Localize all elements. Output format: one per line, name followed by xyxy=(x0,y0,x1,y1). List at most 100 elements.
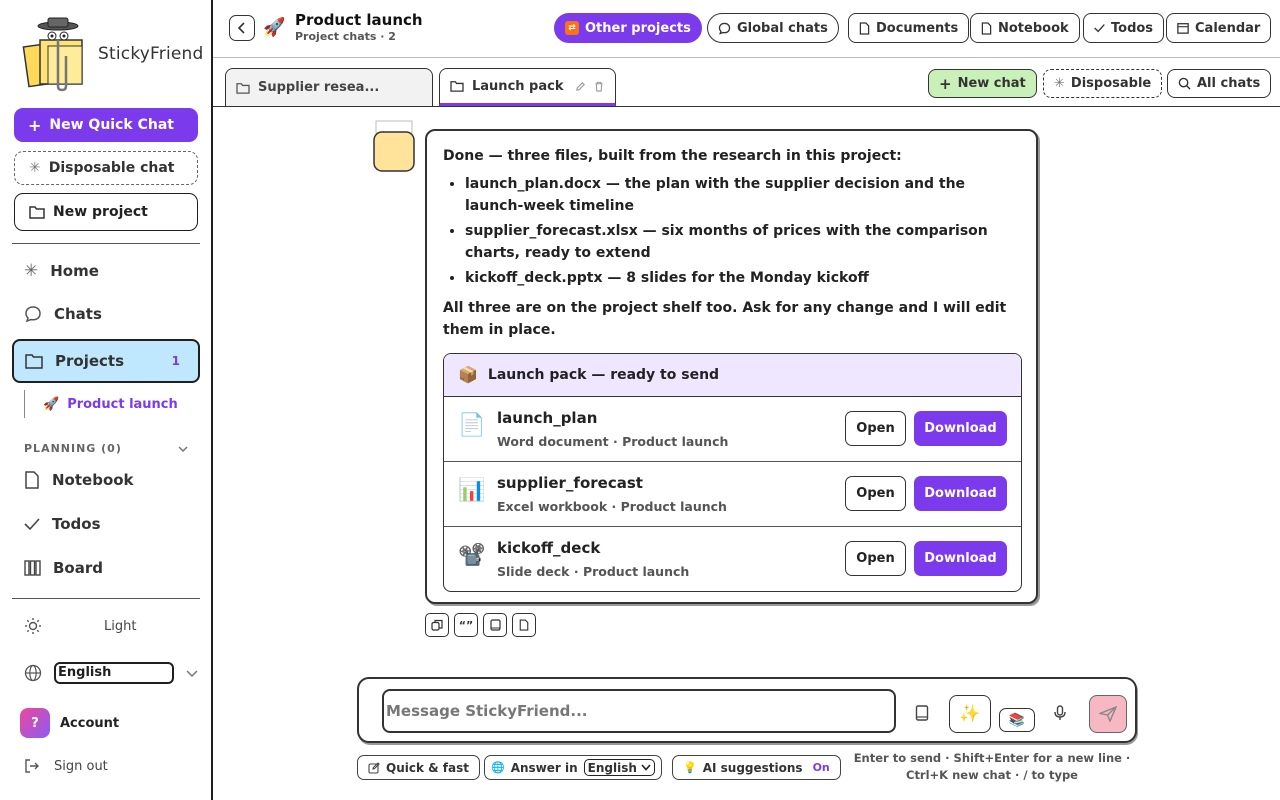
global-chats-button[interactable]: Global chats xyxy=(707,13,839,43)
chevron-down-icon[interactable] xyxy=(186,669,198,677)
search-icon xyxy=(1178,77,1191,90)
notebook-button[interactable]: Notebook xyxy=(970,13,1080,43)
divider xyxy=(12,598,200,599)
ai-suggestions-toggle[interactable]: 💡 AI suggestions On xyxy=(672,755,841,780)
nav-projects-label: Projects xyxy=(55,352,125,370)
disposable-chat-button[interactable]: ✳ Disposable chat xyxy=(14,151,198,185)
folder-icon xyxy=(29,205,45,219)
folder-icon xyxy=(236,82,250,94)
theme-toggle[interactable]: Light xyxy=(24,617,200,635)
books-icon: 📚 xyxy=(1008,712,1026,728)
new-quick-chat-button[interactable]: + New Quick Chat xyxy=(14,108,198,142)
back-button[interactable] xyxy=(229,15,255,41)
lightbulb-icon: 💡 xyxy=(683,761,697,774)
disposable-button[interactable]: ✳ Disposable xyxy=(1043,69,1163,98)
download-button[interactable]: Download xyxy=(914,476,1007,511)
app-root: StickyFriend + New Quick Chat ✳ Disposab… xyxy=(0,0,1280,800)
todos-button[interactable]: Todos xyxy=(1083,13,1165,43)
documents-button[interactable]: Documents xyxy=(848,13,970,43)
assistant-avatar xyxy=(373,120,415,172)
edit-icon[interactable] xyxy=(575,81,586,92)
answer-language-value: English xyxy=(587,760,637,775)
notebook-attach-button[interactable] xyxy=(915,705,929,721)
trash-icon[interactable] xyxy=(594,81,604,92)
chevron-left-icon xyxy=(238,22,246,34)
new-chat-button[interactable]: + New chat xyxy=(928,69,1037,98)
other-projects-label: Other projects xyxy=(585,20,691,36)
open-button[interactable]: Open xyxy=(845,541,906,576)
plus-icon: + xyxy=(939,74,952,93)
file-row-kickoff-deck: 📽️ kickoff_deck Slide deck · Product lau… xyxy=(444,527,1021,591)
nav-home[interactable]: ✳ Home xyxy=(24,261,99,281)
file-icon xyxy=(24,471,40,489)
account-button[interactable]: ? Account xyxy=(20,708,119,738)
nav-projects[interactable]: Projects 1 xyxy=(12,339,200,383)
answer-in-label: Answer in xyxy=(510,760,578,775)
answer-language-control: 🌐 Answer in English xyxy=(484,755,662,780)
nav-board[interactable]: Board xyxy=(24,559,103,577)
library-button[interactable]: 📚 xyxy=(999,708,1035,732)
copy-button[interactable] xyxy=(425,613,449,637)
file-name: launch_plan xyxy=(497,409,598,427)
send-icon xyxy=(1099,706,1117,722)
nav-todos[interactable]: Todos xyxy=(24,515,101,533)
answer-language-select[interactable]: English xyxy=(583,759,655,776)
globe-icon xyxy=(24,664,42,682)
account-label: Account xyxy=(60,715,120,731)
open-button[interactable]: Open xyxy=(845,476,906,511)
ai-suggestions-label: AI suggestions xyxy=(702,760,803,775)
chevron-down-icon xyxy=(178,445,188,452)
file-row-supplier-forecast: 📊 supplier_forecast Excel workbook · Pro… xyxy=(444,462,1021,527)
download-button[interactable]: Download xyxy=(914,541,1007,576)
save-to-notebook-button[interactable] xyxy=(483,613,507,637)
send-button[interactable] xyxy=(1089,695,1127,733)
hint-line: Ctrl+K new chat · / to type xyxy=(906,768,1078,782)
planning-section-toggle[interactable]: PLANNING (0) xyxy=(24,442,188,455)
quote-button[interactable]: “” xyxy=(454,613,478,637)
microphone-button[interactable] xyxy=(1054,705,1066,721)
page-title: Product launch xyxy=(295,11,423,29)
chevron-down-icon xyxy=(641,764,651,771)
nav-notebook[interactable]: Notebook xyxy=(24,471,134,489)
file-summary-list: launch_plan.docx — the plan with the sup… xyxy=(465,173,1020,289)
nav-chats[interactable]: Chats xyxy=(24,305,102,323)
file-icon xyxy=(519,619,529,631)
file-icon xyxy=(981,21,992,35)
other-projects-button[interactable]: ⇄ Other projects xyxy=(554,13,702,43)
message-input[interactable] xyxy=(382,689,896,733)
list-item: launch_plan.docx — the plan with the sup… xyxy=(465,173,1020,217)
keyboard-hints: Enter to send · Shift+Enter for a new li… xyxy=(846,750,1138,784)
ai-suggestions-state: On xyxy=(812,761,830,774)
sign-out-button[interactable]: Sign out xyxy=(24,758,108,774)
calendar-button[interactable]: Calendar xyxy=(1166,13,1272,43)
sidebar-item-product-launch[interactable]: 🚀 Product launch xyxy=(24,390,178,418)
microphone-icon xyxy=(1054,705,1066,721)
tab-launch-pack[interactable]: Launch pack xyxy=(439,68,616,106)
sparkle-icon: ✳ xyxy=(1054,76,1065,91)
all-chats-button[interactable]: All chats xyxy=(1167,69,1272,98)
rocket-icon: 🚀 xyxy=(43,396,60,412)
package-icon: 📦 xyxy=(458,365,478,384)
language-select[interactable]: English xyxy=(54,662,174,684)
rocket-icon: 🚀 xyxy=(263,17,286,38)
new-chat-label: New chat xyxy=(957,76,1026,91)
open-button[interactable]: Open xyxy=(845,411,906,446)
chat-tabs: Supplier resea... Launch pack + New chat… xyxy=(213,58,1280,107)
new-project-button[interactable]: New project xyxy=(14,193,198,231)
save-to-documents-button[interactable] xyxy=(512,613,536,637)
quick-fast-toggle[interactable]: Quick & fast xyxy=(357,755,480,780)
project-item-label: Product launch xyxy=(67,396,178,412)
folder-icon xyxy=(25,353,43,369)
book-icon xyxy=(915,705,929,721)
nav-notebook-label: Notebook xyxy=(52,471,134,489)
file-meta: Word document · Product launch xyxy=(497,434,729,449)
book-icon xyxy=(489,619,501,631)
tab-supplier-research[interactable]: Supplier resea... xyxy=(225,68,433,106)
theme-label: Light xyxy=(104,618,137,634)
documents-label: Documents xyxy=(876,20,959,36)
disposable-label: Disposable xyxy=(1070,76,1152,91)
sparkles-icon: ✨ xyxy=(959,704,981,724)
download-button[interactable]: Download xyxy=(914,411,1007,446)
magic-button[interactable]: ✨ xyxy=(949,695,991,733)
calendar-label: Calendar xyxy=(1195,20,1261,36)
